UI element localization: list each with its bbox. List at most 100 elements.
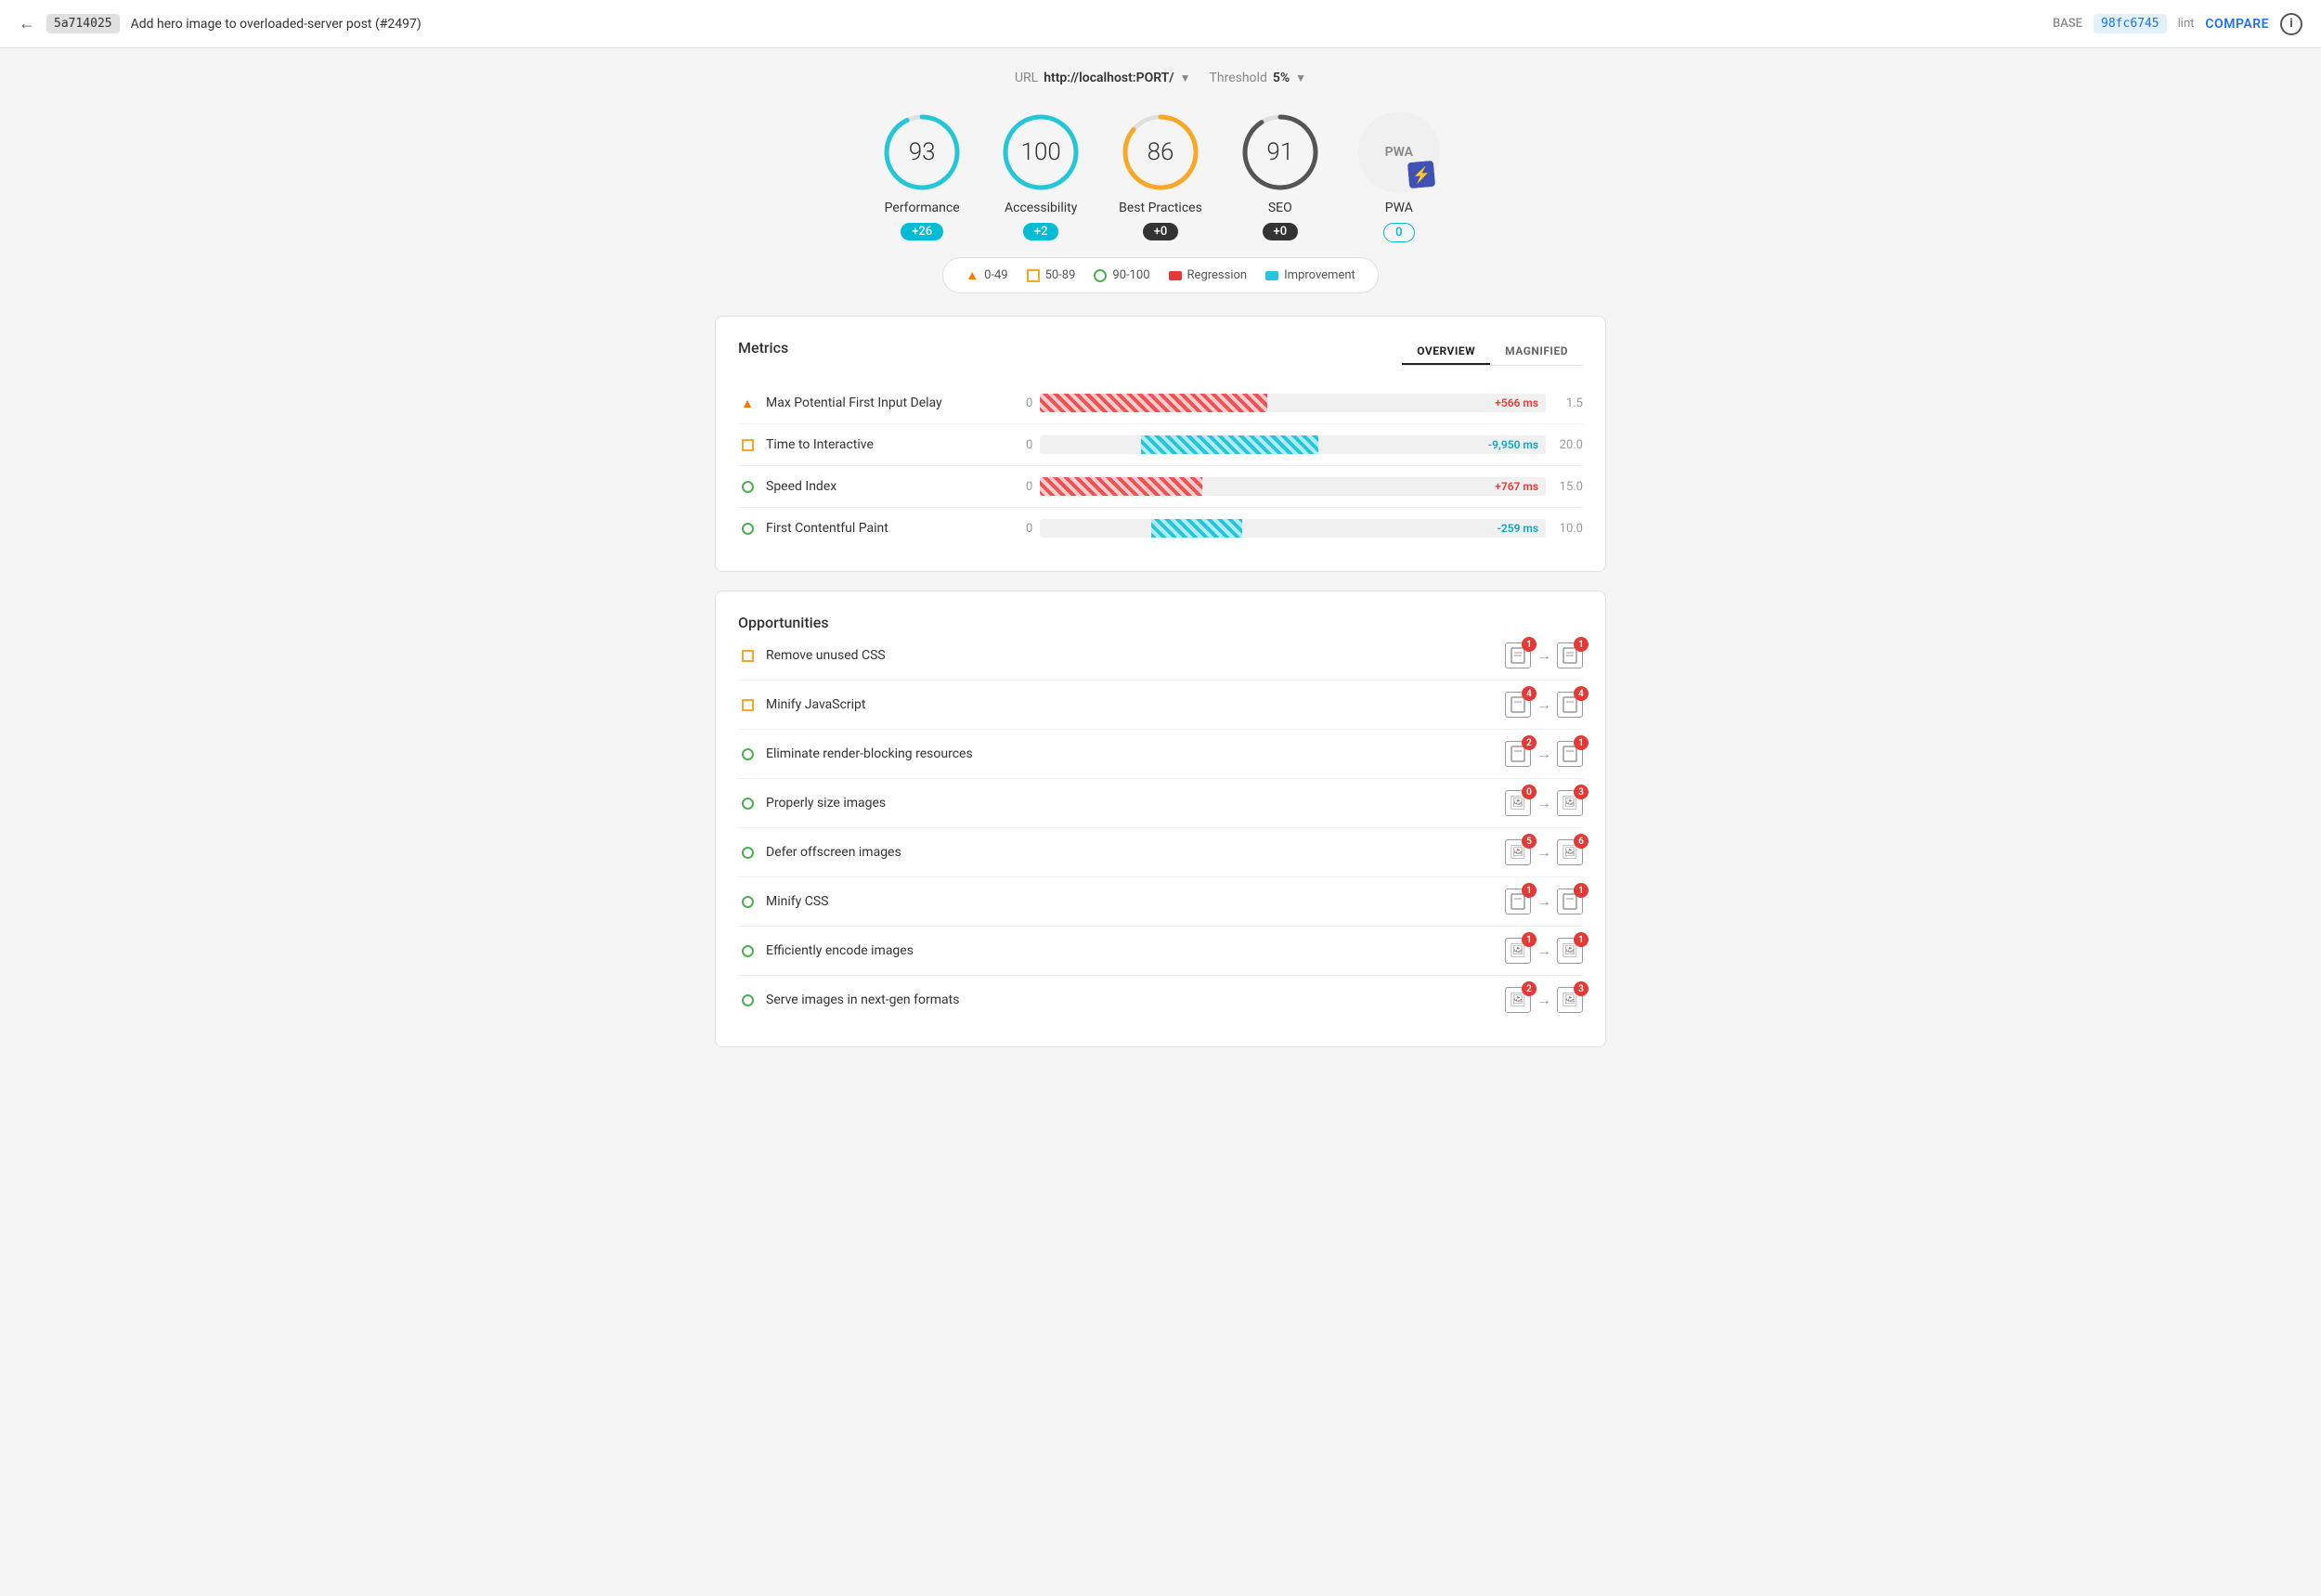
base-label: BASE bbox=[2053, 17, 2082, 31]
metrics-card: Metrics OVERVIEW MAGNIFIED ▲ Max Potenti… bbox=[715, 316, 1606, 572]
opp-name-render-blocking: Eliminate render-blocking resources bbox=[766, 746, 1505, 761]
metric-name-tti: Time to Interactive bbox=[766, 437, 1026, 452]
opp-minify-js: Minify JavaScript 4 → 4 bbox=[738, 681, 1583, 730]
legend-regression-label: Regression bbox=[1187, 268, 1248, 282]
arrow-icon: → bbox=[1537, 646, 1551, 665]
opp-from-badge-do: 🖼 5 bbox=[1505, 839, 1531, 865]
tab-overview[interactable]: OVERVIEW bbox=[1402, 339, 1490, 365]
to-count-mc: 1 bbox=[1574, 883, 1588, 898]
legend-90-100: 90-100 bbox=[1094, 268, 1149, 282]
score-badge-performance: +26 bbox=[901, 223, 943, 240]
from-count: 1 bbox=[1522, 637, 1537, 652]
score-circle-accessibility: 100 bbox=[1000, 111, 1082, 193]
opp-actions-next-gen: 🖼 2 → 🖼 3 bbox=[1505, 987, 1583, 1013]
opp-to-badge-unused-css: 1 bbox=[1557, 642, 1583, 668]
opp-from-badge-ng: 🖼 2 bbox=[1505, 987, 1531, 1013]
square-orange-icon bbox=[742, 439, 754, 451]
to-count-rb: 1 bbox=[1574, 735, 1588, 750]
opp-from-badge-mc: 1 bbox=[1505, 889, 1531, 915]
bar-label-tti: -9,950 ms bbox=[1488, 438, 1538, 451]
opp-actions-properly-size: 🖼 0 → 🖼 3 bbox=[1505, 790, 1583, 816]
score-accessibility: 100 Accessibility +2 bbox=[1000, 111, 1082, 242]
opp-name-efficiently-encode: Efficiently encode images bbox=[766, 943, 1505, 958]
metric-bar-fcp: -259 ms bbox=[1040, 517, 1546, 539]
opp-from-badge-ps: 🖼 0 bbox=[1505, 790, 1531, 816]
opp-actions-efficiently-encode: 🖼 1 → 🖼 1 bbox=[1505, 938, 1583, 964]
opp-to-badge-do: 🖼 6 bbox=[1557, 839, 1583, 865]
tab-magnified[interactable]: MAGNIFIED bbox=[1490, 339, 1583, 365]
opp-from-badge-unused-css: 1 bbox=[1505, 642, 1531, 668]
metric-score-tti: 20.0 bbox=[1553, 438, 1583, 452]
opp-name-unused-css: Remove unused CSS bbox=[766, 648, 1505, 663]
opp-name-properly-size: Properly size images bbox=[766, 796, 1505, 811]
circle-green-icon-rb bbox=[742, 748, 754, 760]
legend-improvement: Improvement bbox=[1265, 268, 1355, 282]
score-number-best-practices: 86 bbox=[1148, 138, 1174, 166]
metric-name-fid: Max Potential First Input Delay bbox=[766, 396, 1026, 410]
metric-row-fid: ▲ Max Potential First Input Delay 0 +566… bbox=[738, 383, 1583, 424]
to-count: 1 bbox=[1574, 637, 1588, 652]
from-count-ee: 1 bbox=[1522, 932, 1537, 947]
opp-next-gen-formats: Serve images in next-gen formats 🖼 2 → 🖼… bbox=[738, 976, 1583, 1024]
metric-row-si: Speed Index 0 +767 ms 15.0 bbox=[738, 466, 1583, 508]
score-circle-seo: 91 bbox=[1239, 111, 1321, 193]
url-selector[interactable]: URL http://localhost:PORT/ ▼ bbox=[1015, 71, 1191, 85]
legend-square-orange-icon bbox=[1027, 269, 1040, 282]
url-label: URL bbox=[1015, 71, 1038, 85]
score-label-seo: SEO bbox=[1268, 201, 1292, 215]
main-content: URL http://localhost:PORT/ ▼ Threshold 5… bbox=[696, 48, 1625, 1088]
metric-icon-tti bbox=[738, 435, 757, 454]
to-count-ps: 3 bbox=[1574, 785, 1588, 799]
arrow-icon-ee: → bbox=[1537, 941, 1551, 960]
opp-from-badge-ee: 🖼 1 bbox=[1505, 938, 1531, 964]
opp-defer-offscreen: Defer offscreen images 🖼 5 → 🖼 6 bbox=[738, 828, 1583, 877]
metrics-title: Metrics bbox=[738, 339, 788, 357]
circle-green-icon-mc bbox=[742, 896, 754, 908]
to-count-ee: 1 bbox=[1574, 932, 1588, 947]
bar-label-fid: +566 ms bbox=[1495, 396, 1538, 409]
opp-remove-unused-css: Remove unused CSS 1 → 1 bbox=[738, 631, 1583, 681]
to-count-js: 4 bbox=[1574, 686, 1588, 701]
opp-actions-defer-offscreen: 🖼 5 → 🖼 6 bbox=[1505, 839, 1583, 865]
arrow-icon-js: → bbox=[1537, 695, 1551, 714]
opp-icon-minify-js bbox=[738, 695, 757, 714]
score-label-pwa: PWA bbox=[1385, 201, 1413, 215]
info-button[interactable]: i bbox=[2280, 13, 2302, 35]
opp-properly-size-images: Properly size images 🖼 0 → 🖼 3 bbox=[738, 779, 1583, 828]
to-count-do: 6 bbox=[1574, 834, 1588, 849]
threshold-dropdown-arrow: ▼ bbox=[1295, 71, 1306, 84]
opp-name-minify-css: Minify CSS bbox=[766, 894, 1505, 909]
opp-icon-render-blocking bbox=[738, 745, 757, 763]
metric-bar-tti: -9,950 ms bbox=[1040, 434, 1546, 456]
opp-from-badge-minify-js: 4 bbox=[1505, 692, 1531, 718]
back-button[interactable]: ← bbox=[19, 14, 35, 33]
score-number-accessibility: 100 bbox=[1021, 138, 1061, 166]
base-commit-badge: 5a714025 bbox=[46, 14, 120, 33]
bar-label-si: +767 ms bbox=[1495, 480, 1538, 493]
legend-90-100-label: 90-100 bbox=[1112, 268, 1149, 282]
arrow-icon-ps: → bbox=[1537, 794, 1551, 812]
threshold-selector[interactable]: Threshold 5% ▼ bbox=[1210, 71, 1307, 85]
opp-to-badge-ps: 🖼 3 bbox=[1557, 790, 1583, 816]
score-label-best-practices: Best Practices bbox=[1119, 201, 1202, 215]
metric-score-fid: 1.5 bbox=[1553, 396, 1583, 410]
metric-bar-fid: +566 ms bbox=[1040, 392, 1546, 414]
opp-to-badge-mc: 1 bbox=[1557, 889, 1583, 915]
pwa-label-inner: PWA bbox=[1385, 145, 1413, 160]
score-badge-best-practices: +0 bbox=[1143, 223, 1179, 240]
legend-50-89-label: 50-89 bbox=[1045, 268, 1076, 282]
arrow-icon-rb: → bbox=[1537, 745, 1551, 763]
opp-actions-minify-css: 1 → 1 bbox=[1505, 889, 1583, 915]
opp-icon-next-gen bbox=[738, 991, 757, 1009]
compare-button[interactable]: COMPARE bbox=[2205, 17, 2269, 32]
metric-zero-si: 0 bbox=[1026, 480, 1032, 494]
opp-render-blocking: Eliminate render-blocking resources 2 → … bbox=[738, 730, 1583, 779]
legend: ▲ 0-49 50-89 90-100 Regression Improveme… bbox=[942, 257, 1379, 293]
opportunities-title: Opportunities bbox=[738, 614, 829, 631]
legend-0-49: ▲ 0-49 bbox=[966, 267, 1007, 283]
opp-name-minify-js: Minify JavaScript bbox=[766, 697, 1505, 712]
pwa-icon: PWA ⚡ bbox=[1358, 111, 1440, 193]
opp-minify-css: Minify CSS 1 → 1 bbox=[738, 877, 1583, 927]
score-number-performance: 93 bbox=[909, 138, 936, 166]
circle-green-icon bbox=[742, 481, 754, 493]
